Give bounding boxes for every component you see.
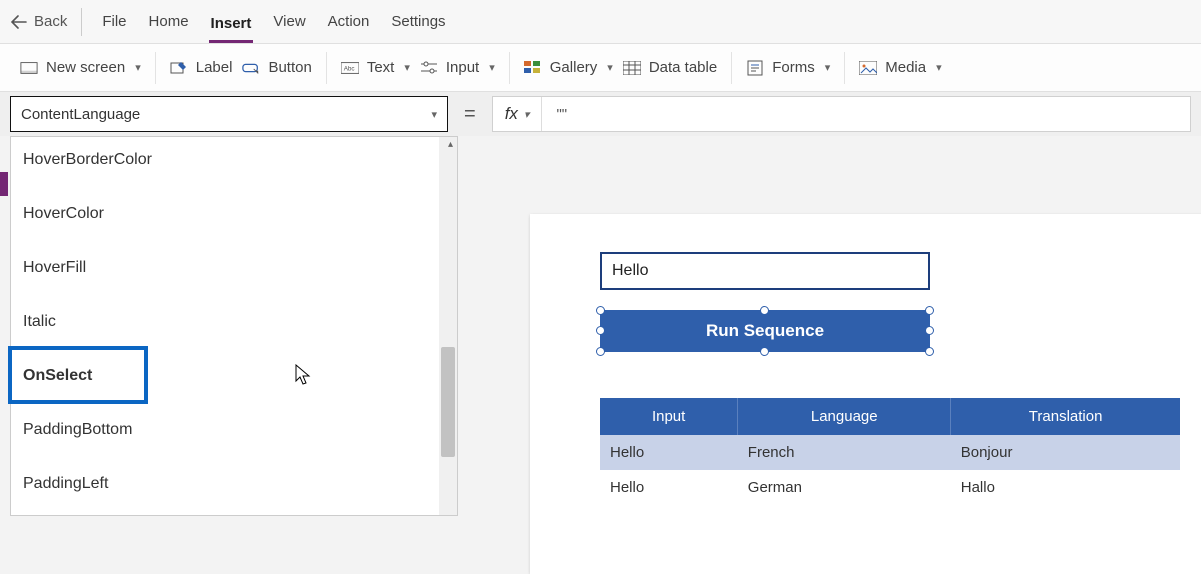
label-button[interactable]: Label xyxy=(170,59,233,76)
new-screen-label: New screen xyxy=(46,59,125,76)
screen-icon xyxy=(20,60,38,76)
app-canvas: Run Sequence InputLanguageTranslation He… xyxy=(530,214,1201,574)
table-cell: Bonjour xyxy=(951,435,1180,470)
resize-handle[interactable] xyxy=(760,347,769,356)
svg-text:Abc: Abc xyxy=(344,65,355,72)
text-button[interactable]: Abc Text ▾ xyxy=(341,59,410,76)
table-header[interactable]: Input xyxy=(600,398,738,435)
results-table: InputLanguageTranslation HelloFrenchBonj… xyxy=(600,398,1180,505)
table-header[interactable]: Language xyxy=(738,398,951,435)
button-label: Button xyxy=(268,59,311,76)
menu-bar: Back File Home Insert View Action Settin… xyxy=(0,0,1201,44)
resize-handle[interactable] xyxy=(925,347,934,356)
table-cell: Hello xyxy=(600,435,738,470)
back-button[interactable]: Back xyxy=(10,8,82,36)
chevron-down-icon: ▾ xyxy=(404,61,410,74)
form-icon xyxy=(746,60,764,76)
chevron-down-icon: ▾ xyxy=(607,61,613,74)
run-sequence-label: Run Sequence xyxy=(706,321,824,341)
forms-label: Forms xyxy=(772,59,815,76)
resize-handle[interactable] xyxy=(925,306,934,315)
sliders-icon xyxy=(420,60,438,76)
input-label: Input xyxy=(446,59,479,76)
chevron-down-icon: ▾ xyxy=(135,61,141,74)
formula-bar: ContentLanguage ▾ = fx▾ "" xyxy=(0,92,1201,136)
table-cell: German xyxy=(738,470,951,505)
menu-home[interactable]: Home xyxy=(147,9,191,34)
data-table-label: Data table xyxy=(649,59,717,76)
table-cell: Hallo xyxy=(951,470,1180,505)
tree-view-tab-indicator[interactable] xyxy=(0,172,8,196)
run-sequence-button[interactable]: Run Sequence xyxy=(600,310,930,352)
chevron-down-icon: ▾ xyxy=(825,61,831,74)
table-row[interactable]: HelloGermanHallo xyxy=(600,470,1180,505)
resize-handle[interactable] xyxy=(925,326,934,335)
forms-button[interactable]: Forms ▾ xyxy=(746,59,830,76)
menu-file[interactable]: File xyxy=(100,9,128,34)
property-option-hoverfill[interactable]: HoverFill xyxy=(11,245,457,299)
text-abc-icon: Abc xyxy=(341,60,359,76)
image-icon xyxy=(859,60,877,76)
input-button[interactable]: Input ▾ xyxy=(420,59,495,76)
menu-action[interactable]: Action xyxy=(326,9,372,34)
gallery-grid-icon xyxy=(524,60,542,76)
menu-settings[interactable]: Settings xyxy=(389,9,447,34)
gallery-button[interactable]: Gallery ▾ xyxy=(524,59,613,76)
menu-view[interactable]: View xyxy=(271,9,307,34)
scroll-thumb[interactable] xyxy=(441,347,455,457)
chevron-down-icon: ▾ xyxy=(936,61,942,74)
table-header[interactable]: Translation xyxy=(951,398,1180,435)
menu-insert[interactable]: Insert xyxy=(209,11,254,43)
property-option-hoverbordercolor[interactable]: HoverBorderColor xyxy=(11,137,457,191)
formula-value: "" xyxy=(542,106,581,123)
resize-handle[interactable] xyxy=(760,306,769,315)
fx-icon[interactable]: fx▾ xyxy=(493,97,543,131)
scroll-up-icon[interactable]: ▴ xyxy=(448,139,453,150)
property-option-hovercolor[interactable]: HoverColor xyxy=(11,191,457,245)
media-button[interactable]: Media ▾ xyxy=(859,59,941,76)
gallery-label: Gallery xyxy=(550,59,598,76)
chevron-down-icon: ▾ xyxy=(489,61,495,74)
data-table-button[interactable]: Data table xyxy=(623,59,717,76)
property-option-onselect[interactable]: OnSelect xyxy=(11,353,457,407)
property-selected: ContentLanguage xyxy=(21,106,140,123)
chevron-down-icon: ▾ xyxy=(524,108,530,121)
label-edit-icon xyxy=(170,60,188,76)
ribbon-toolbar: New screen ▾ Label Button Abc Text ▾ xyxy=(0,44,1201,92)
property-option-italic[interactable]: Italic xyxy=(11,299,457,353)
text-label: Text xyxy=(367,59,395,76)
resize-handle[interactable] xyxy=(596,347,605,356)
back-label: Back xyxy=(34,13,67,30)
property-dropdown[interactable]: ContentLanguage ▾ xyxy=(10,96,448,132)
property-option-paddingleft[interactable]: PaddingLeft xyxy=(11,461,457,515)
table-cell: Hello xyxy=(600,470,738,505)
resize-handle[interactable] xyxy=(596,326,605,335)
equals-sign: = xyxy=(458,103,482,126)
media-label: Media xyxy=(885,59,926,76)
label-label: Label xyxy=(196,59,233,76)
table-cell: French xyxy=(738,435,951,470)
table-icon xyxy=(623,60,641,76)
text-input[interactable] xyxy=(600,252,930,290)
scrollbar[interactable]: ▴ xyxy=(439,137,457,515)
chevron-down-icon: ▾ xyxy=(431,108,437,121)
table-row[interactable]: HelloFrenchBonjour xyxy=(600,435,1180,470)
new-screen-button[interactable]: New screen ▾ xyxy=(20,59,141,76)
resize-handle[interactable] xyxy=(596,306,605,315)
arrow-left-icon xyxy=(10,14,28,30)
property-option-paddingbottom[interactable]: PaddingBottom xyxy=(11,407,457,461)
insert-button-button[interactable]: Button xyxy=(242,59,311,76)
property-dropdown-panel: HoverBorderColorHoverColorHoverFillItali… xyxy=(10,136,458,516)
button-icon xyxy=(242,60,260,76)
formula-input[interactable]: fx▾ "" xyxy=(492,96,1191,132)
